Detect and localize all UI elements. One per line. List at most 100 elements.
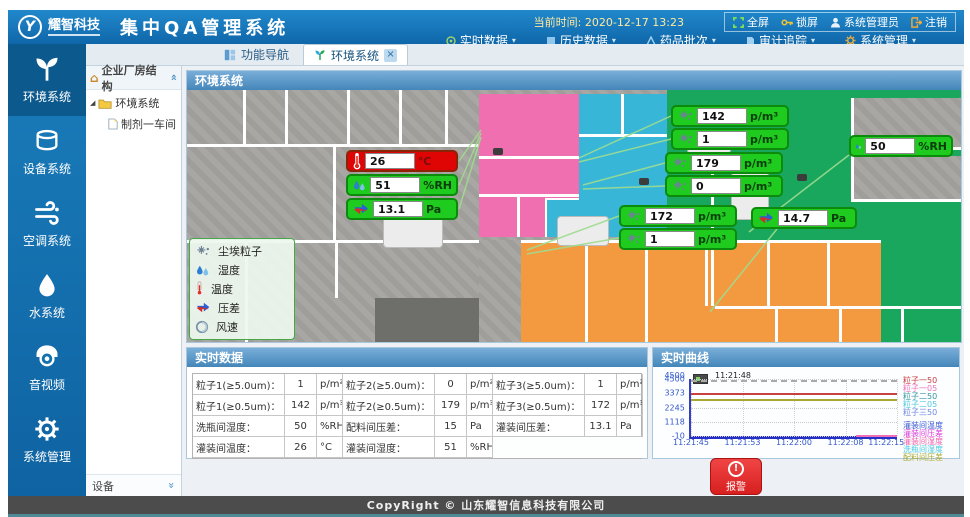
fullscreen-button[interactable]: 全屏 <box>733 14 769 30</box>
map-legend: 尘埃粒子 湿度 温度 <box>189 238 295 340</box>
chart-legend-item: 配料间压差 <box>903 454 959 462</box>
tree-header[interactable]: ⌂ 企业厂房结构 » <box>86 66 181 90</box>
sensor-badge-pressure[interactable]: 14.7 Pa <box>751 207 857 229</box>
sensor-badge-particle[interactable]: 0 p/m³ <box>665 175 783 197</box>
sensor-badge-pressure[interactable]: 13.1 Pa <box>346 198 458 220</box>
sensor-badge-particle[interactable]: 179 p/m³ <box>665 152 783 174</box>
sensor-unit: ℃ <box>418 155 431 168</box>
sensor-unit: p/m³ <box>698 210 726 223</box>
tree-footer-devices[interactable]: 设备 » <box>86 474 181 496</box>
app-window: Y 耀智科技 集中QA管理系统 当前时间: 2020-12-17 13:23 全… <box>8 10 964 517</box>
tree-header-label: 企业厂房结构 <box>102 62 167 94</box>
temperature-icon <box>352 152 362 170</box>
particle-icon <box>625 233 642 246</box>
table-cell-value: 51 <box>435 437 467 458</box>
lock-screen-button[interactable]: 锁屏 <box>781 14 818 30</box>
tab-environment-system[interactable]: 环境系统 × <box>303 44 408 65</box>
logo: Y 耀智科技 <box>8 15 100 39</box>
close-icon[interactable]: × <box>384 49 397 62</box>
sensor-badge-humidity[interactable]: 50 %RH <box>849 135 953 157</box>
sidebar-item-water-system[interactable]: 水系统 <box>8 260 86 332</box>
table-cell-value: 50 <box>285 416 317 437</box>
key-icon <box>781 17 793 28</box>
chart-series-line <box>691 393 897 395</box>
sidebar-item-equipment-system[interactable]: 设备系统 <box>8 116 86 188</box>
brand-name: 耀智科技 <box>48 19 100 36</box>
gear-icon <box>33 415 61 443</box>
map-region-dark-room <box>375 298 479 342</box>
legend-item-particle: 尘埃粒子 <box>195 243 289 259</box>
sensor-badge-humidity[interactable]: 51 %RH <box>346 174 458 196</box>
sensor-badge-particle[interactable]: 172 p/m³ <box>619 205 737 227</box>
brand-logo-icon: Y <box>18 15 42 39</box>
pressure-icon <box>757 211 775 225</box>
sensor-badge-particle[interactable]: 1 p/m³ <box>671 128 789 150</box>
pressure-icon <box>195 301 211 314</box>
table-cell-unit: p/m² <box>317 374 343 395</box>
current-user-button[interactable]: 系统管理员 <box>830 14 899 30</box>
pressure-icon <box>352 202 370 216</box>
file-icon <box>108 118 118 130</box>
sidebar-item-label: 水系统 <box>29 304 65 321</box>
table-cell-label: 灌装间温度： <box>193 437 285 458</box>
table-cell-blank <box>493 437 585 458</box>
water-drop-icon <box>34 271 60 299</box>
sidebar-item-audio-video[interactable]: 音视频 <box>8 332 86 404</box>
wind-speed-icon <box>195 320 209 334</box>
table-cell-unit: °C <box>317 437 343 458</box>
realtime-curve-panel: 实时曲线 11:21:48 4500 4500337322451118-1011… <box>652 347 960 459</box>
particle-icon <box>195 245 211 258</box>
sidebar-item-system-management[interactable]: 系统管理 <box>8 404 86 476</box>
legend-label: 尘埃粒子 <box>218 243 262 259</box>
humidity-icon <box>352 178 367 193</box>
logout-icon <box>911 17 922 28</box>
legend-label: 温度 <box>211 281 233 297</box>
camera-dot-icon <box>797 174 807 181</box>
table-cell-unit: %RH <box>317 416 343 437</box>
table-cell-label: 配料间压差： <box>343 416 435 437</box>
chart-series-line <box>691 399 897 401</box>
alarm-label: 报警 <box>726 478 746 493</box>
alarm-button[interactable]: ! 报警 <box>710 458 762 495</box>
chart-legend: 粒子一50粒子一05粒子二50粒子二05粒子三50灌装间温度灌装间压差灌装间湿度… <box>903 377 959 462</box>
floor-plan[interactable]: 26 ℃ 51 %RH 13.1 Pa <box>187 90 961 342</box>
table-cell-unit: p/m³ <box>467 395 493 416</box>
table-cell-value: 172 <box>585 395 617 416</box>
logout-button[interactable]: 注销 <box>911 14 947 30</box>
table-cell-label: 粒子1(≥0.5um)： <box>193 395 285 416</box>
sidebar-item-environment-system[interactable]: 环境系统 <box>8 44 86 116</box>
realtime-curve-title: 实时曲线 <box>653 348 959 367</box>
tree-expander-icon[interactable]: ◢ <box>90 99 95 107</box>
collapse-up-icon[interactable]: » <box>167 74 180 81</box>
tree-node-label: 环境系统 <box>115 95 159 111</box>
page-title: 集中QA管理系统 <box>120 14 289 40</box>
main-content: 环境系统 <box>182 66 964 496</box>
sensor-unit: %RH <box>918 140 947 153</box>
tab-function-nav[interactable]: 功能导航 <box>214 44 299 65</box>
table-cell-value: 179 <box>435 395 467 416</box>
chart[interactable]: 11:21:48 4500 4500337322451118-1011:21:4… <box>653 367 959 458</box>
quick-actions: 全屏 锁屏 系统管理员 注销 <box>724 12 956 32</box>
chart-plot: 11:21:48 4500 4500337322451118-1011:21:4… <box>689 379 897 439</box>
tab-label: 功能导航 <box>241 46 289 63</box>
expand-down-icon: » <box>165 482 178 489</box>
sensor-value: 50 <box>865 138 915 154</box>
table-cell-unit: p/m³ <box>317 395 343 416</box>
tree-node-workshop[interactable]: 制剂一车间 <box>86 111 181 132</box>
map-panel: 环境系统 <box>186 70 962 343</box>
sidebar-item-hvac-system[interactable]: 空调系统 <box>8 188 86 260</box>
sidebar: 环境系统 设备系统 空调系统 水系统 音视频 系统管理 <box>8 44 86 496</box>
legend-label: 湿度 <box>218 262 240 278</box>
sensor-badge-temperature[interactable]: 26 ℃ <box>346 150 458 172</box>
sensor-badge-particle[interactable]: 1 p/m³ <box>619 228 737 250</box>
table-cell-blank <box>585 437 617 458</box>
table-cell-label: 粒子1(≥5.0um)： <box>193 374 285 395</box>
home-icon: ⌂ <box>90 71 99 85</box>
table-cell-label: 粒子2(≥0.5um)： <box>343 395 435 416</box>
sensor-badge-particle[interactable]: 142 p/m³ <box>671 105 789 127</box>
realtime-data-panel: 实时数据 粒子1(≥5.0um)：1p/m²粒子2(≥5.0um)：0p/m²粒… <box>186 347 648 459</box>
header: Y 耀智科技 集中QA管理系统 当前时间: 2020-12-17 13:23 全… <box>8 10 964 44</box>
x-tick-label: 11:22:15 <box>868 438 904 447</box>
tank-icon <box>33 127 61 155</box>
sensor-unit: Pa <box>426 203 441 216</box>
